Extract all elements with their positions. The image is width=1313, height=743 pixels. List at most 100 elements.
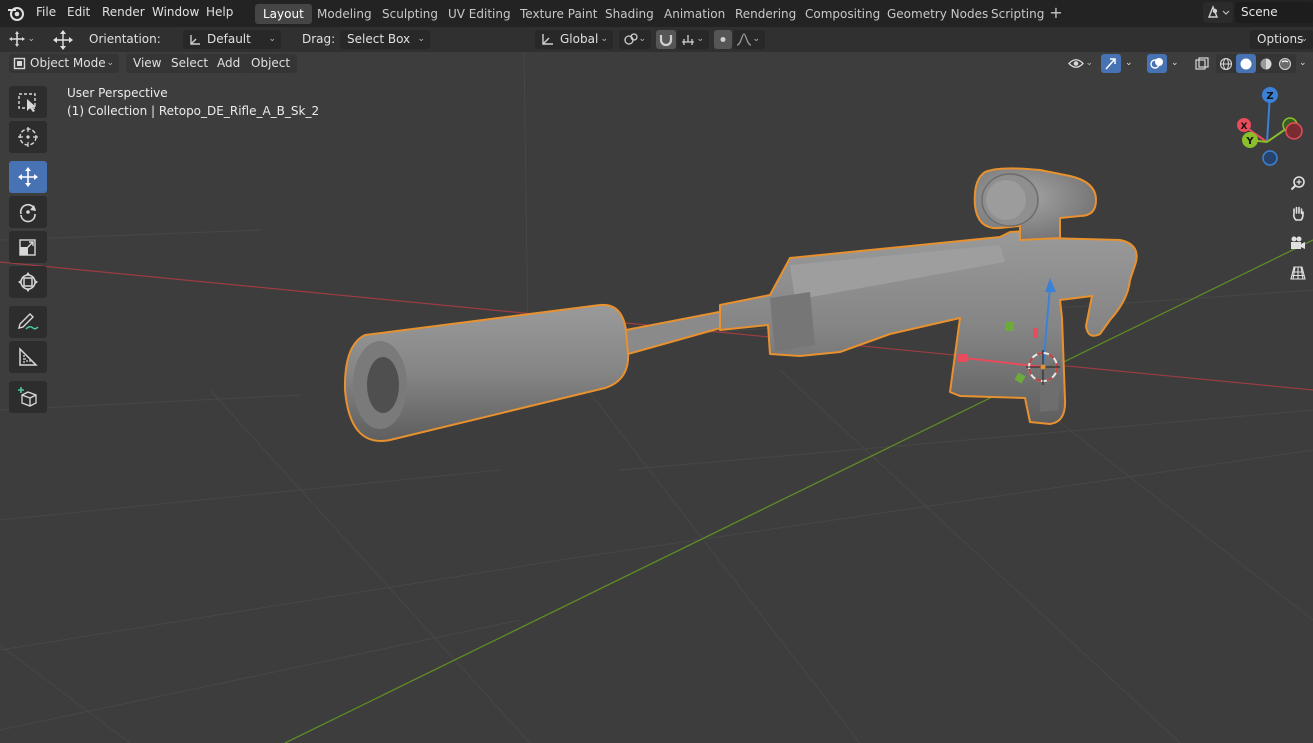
- tab-geometry-nodes[interactable]: Geometry Nodes: [879, 4, 996, 24]
- orientation-dropdown[interactable]: Default ⌄: [183, 30, 281, 49]
- top-menu-bar: File Edit Render Window Help Layout Mode…: [0, 0, 1313, 27]
- gizmo-dropdown-chevron-icon[interactable]: ⌄: [1125, 54, 1133, 73]
- tab-uv-editing[interactable]: UV Editing: [440, 4, 519, 24]
- xray-icon: [1195, 57, 1209, 70]
- shading-mode-group: [1216, 54, 1296, 73]
- zoom-view-button[interactable]: [1285, 170, 1311, 196]
- rotate-icon: [19, 203, 36, 223]
- tab-layout[interactable]: Layout: [255, 4, 312, 24]
- viewport-perspective-label: User Perspective: [67, 86, 168, 100]
- mode-dropdown[interactable]: Object Mode ⌄: [9, 54, 119, 73]
- camera-icon: [1291, 236, 1305, 249]
- gizmo-neg-z-icon[interactable]: [1262, 150, 1278, 166]
- perspective-toggle-button[interactable]: [1285, 260, 1311, 286]
- gizmo-neg-x-icon[interactable]: [1285, 122, 1303, 140]
- tool-scale[interactable]: [9, 231, 47, 263]
- material-shading-icon[interactable]: [1259, 57, 1273, 71]
- magnet-icon: [659, 35, 673, 47]
- measure-icon: [19, 347, 38, 366]
- drag-value: Select Box: [347, 32, 411, 46]
- drag-dropdown[interactable]: Select Box ⌄: [340, 30, 430, 49]
- scale-icon: [19, 239, 36, 256]
- scene-selector[interactable]: Scene: [1203, 2, 1313, 23]
- overlays-toggle[interactable]: [1147, 54, 1167, 73]
- menu-help[interactable]: Help: [206, 5, 233, 19]
- proportional-edit-toggle[interactable]: [714, 30, 732, 49]
- gizmo-x-label: X: [1241, 122, 1248, 132]
- tab-modeling[interactable]: Modeling: [309, 4, 380, 24]
- tool-add-cube[interactable]: [9, 381, 47, 413]
- viewport-header: Object Mode ⌄ View Select Add Object ⌄ ⌄…: [0, 52, 1313, 76]
- tool-rotate[interactable]: [9, 196, 47, 228]
- grid-floor: [0, 52, 1313, 743]
- gizmo-toggle[interactable]: [1101, 54, 1121, 73]
- options-dropdown[interactable]: Options ⌄: [1250, 30, 1313, 49]
- menu-window[interactable]: Window: [152, 5, 199, 19]
- shading-dropdown-chevron-icon[interactable]: ⌄: [1299, 54, 1307, 73]
- menu-file[interactable]: File: [36, 5, 56, 19]
- move-icon: [18, 167, 38, 187]
- menu-edit[interactable]: Edit: [67, 5, 90, 19]
- cursor-icon: [18, 127, 38, 147]
- tab-texture-paint[interactable]: Texture Paint: [512, 4, 605, 24]
- rendered-shading-icon[interactable]: [1278, 57, 1292, 71]
- tool-move[interactable]: [9, 161, 47, 193]
- blender-logo-icon[interactable]: [6, 4, 26, 22]
- navigation-gizmo[interactable]: Z X Y: [1228, 82, 1308, 172]
- add-workspace-button[interactable]: +: [1047, 4, 1065, 24]
- camera-view-button[interactable]: [1285, 230, 1311, 256]
- tool-icon-dropdown[interactable]: ⌄: [8, 30, 40, 49]
- annotate-icon: [18, 313, 39, 330]
- eye-icon: [1068, 59, 1084, 68]
- tab-shading[interactable]: Shading: [597, 4, 662, 24]
- scene-name-field[interactable]: Scene: [1235, 2, 1313, 23]
- menu-select[interactable]: Select: [164, 54, 216, 73]
- tab-scripting[interactable]: Scripting: [983, 4, 1052, 24]
- transform-pivot-icon[interactable]: [52, 30, 74, 50]
- orientation-label: Orientation:: [89, 32, 161, 46]
- visibility-dropdown[interactable]: ⌄: [1066, 54, 1098, 73]
- xray-toggle[interactable]: [1192, 54, 1212, 73]
- scene-icon[interactable]: [1203, 2, 1233, 23]
- transform-orientation-dropdown[interactable]: Global ⌄: [535, 30, 613, 49]
- pan-view-button[interactable]: [1285, 200, 1311, 226]
- proportional-edit-icon: [720, 37, 726, 42]
- tool-select-box[interactable]: [9, 86, 47, 118]
- tab-sculpting[interactable]: Sculpting: [374, 4, 446, 24]
- overlays-dropdown-chevron-icon[interactable]: ⌄: [1171, 54, 1179, 73]
- global-axes-icon: [542, 34, 553, 45]
- mode-value: Object Mode: [30, 56, 106, 70]
- hand-icon: [1292, 206, 1304, 221]
- tool-annotate[interactable]: [9, 306, 47, 338]
- menu-object[interactable]: Object: [244, 54, 298, 73]
- orientation-icon: [190, 35, 200, 45]
- tab-compositing[interactable]: Compositing: [797, 4, 888, 24]
- add-cube-icon: [18, 387, 37, 407]
- menu-view[interactable]: View: [126, 54, 169, 73]
- snap-target-dropdown[interactable]: ⌄: [677, 30, 709, 49]
- wireframe-shading-icon[interactable]: [1219, 57, 1233, 71]
- object-mode-icon: [13, 57, 26, 70]
- pivot-point-dropdown[interactable]: ⌄: [619, 30, 651, 49]
- gizmo-y-label: Y: [1245, 136, 1254, 147]
- orientation-value: Default: [207, 32, 251, 46]
- drag-label: Drag:: [302, 32, 336, 46]
- tool-cursor[interactable]: [9, 121, 47, 153]
- falloff-dropdown[interactable]: ⌄: [733, 30, 765, 49]
- snap-toggle[interactable]: [656, 30, 676, 49]
- menu-render[interactable]: Render: [102, 5, 145, 19]
- transform-icon: [18, 272, 38, 292]
- tab-animation[interactable]: Animation: [656, 4, 733, 24]
- menu-add[interactable]: Add: [210, 54, 248, 73]
- tool-transform[interactable]: [9, 266, 47, 298]
- snap-increment-icon: [682, 35, 694, 45]
- overlays-icon: [1150, 58, 1163, 69]
- grid-perspective-icon: [1290, 266, 1306, 280]
- gizmo-icon: [1105, 58, 1116, 70]
- options-label: Options: [1257, 32, 1304, 46]
- 3d-viewport[interactable]: Z X Y: [0, 52, 1313, 743]
- tab-rendering[interactable]: Rendering: [727, 4, 804, 24]
- tool-settings-header: ⌄ Orientation: Default ⌄ Drag: Select Bo…: [0, 27, 1313, 52]
- solid-shading-button[interactable]: [1236, 54, 1256, 73]
- tool-measure[interactable]: [9, 341, 47, 373]
